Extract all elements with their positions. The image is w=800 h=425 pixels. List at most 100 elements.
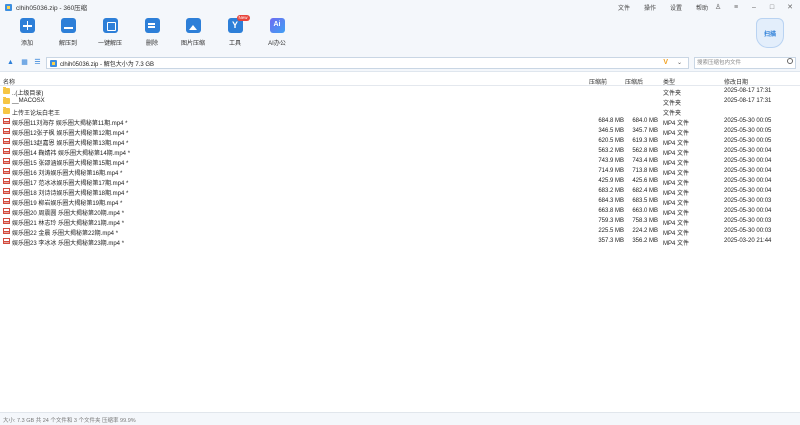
maximize-icon[interactable]: □ — [768, 4, 776, 11]
view-list-icon[interactable]: ☰ — [33, 58, 42, 67]
menu-operation[interactable]: 操作 — [644, 3, 656, 12]
skin-icon[interactable]: ♙ — [714, 3, 722, 11]
folder-icon — [3, 87, 10, 94]
extract-to-icon — [60, 18, 76, 33]
file-name: 娱乐圈23 李冰冰 乐圈大揭秘第23期.mp4 * — [12, 240, 125, 247]
file-size: 563.2 MB — [598, 147, 624, 154]
file-modified: 2025-05-30 00:04 — [724, 207, 772, 214]
chevron-down-icon[interactable]: ⌄ — [677, 59, 682, 66]
column-packed[interactable]: 压缩后 — [625, 77, 643, 86]
path-text: clhih05036.zip - 解包大小为 7.3 GB — [60, 61, 155, 68]
tools-icon: New — [227, 15, 250, 33]
file-size: 663.8 MB — [598, 207, 624, 214]
view-grid-icon[interactable]: ▦ — [20, 58, 29, 67]
ai-office-label: AI办公 — [268, 41, 286, 47]
file-packed-size: 713.8 MB — [632, 167, 658, 174]
file-row[interactable]: 娱乐圈20 周震圆 乐圈大揭秘第20期.mp4 * 663.8 MB 663.0 M… — [0, 206, 800, 217]
file-packed-size: 619.3 MB — [632, 137, 658, 144]
file-packed-size: 562.8 MB — [632, 147, 658, 154]
column-type[interactable]: 类型 — [663, 77, 675, 86]
one-key-extract-label: 一键解压 — [97, 41, 122, 47]
file-size: 225.5 MB — [598, 227, 624, 234]
file-packed-size: 743.4 MB — [632, 157, 658, 164]
file-modified: 2025-05-30 00:04 — [724, 147, 772, 154]
column-header: 名称 压缩前 压缩后 类型 修改日期 — [0, 74, 800, 86]
file-row[interactable]: 娱乐圈19 柳岩娱乐圈大揭秘第19期.mp4 * 684.3 MB 683.5 MB… — [0, 196, 800, 207]
file-modified: 2025-05-30 00:05 — [724, 137, 772, 144]
video-file-icon — [3, 208, 10, 214]
folder-icon — [3, 107, 10, 114]
path-field[interactable]: clhih05036.zip - 解包大小为 7.3 GB V ⌄ — [46, 57, 689, 69]
folder-icon — [3, 97, 10, 104]
file-row[interactable]: 娱乐圈14 鞠婧祎 娱乐圈大揭秘第14期.mp4 * 563.2 MB 562.8 … — [0, 146, 800, 157]
minimize-icon[interactable]: – — [750, 4, 758, 11]
file-packed-size: 663.0 MB — [632, 207, 658, 214]
close-icon[interactable]: ✕ — [786, 3, 794, 11]
up-arrow-icon[interactable]: ▲ — [6, 58, 15, 67]
column-size[interactable]: 压缩前 — [589, 77, 607, 86]
address-bar: ▲ ▦ ☰ clhih05036.zip - 解包大小为 7.3 GB V ⌄ — [0, 54, 800, 72]
file-list: ..(上级目录) 文件夹 2025-08-17 17:31 __MACOSX 文件夹 20… — [0, 86, 800, 247]
file-modified: 2025-05-30 00:03 — [724, 197, 772, 204]
file-row[interactable]: 娱乐圈13赵嘉恩 娱乐圈大揭秘第13期.mp4 * 620.5 MB 619.3 M… — [0, 136, 800, 147]
video-file-icon — [3, 178, 10, 184]
file-name: __MACOSX — [12, 97, 45, 104]
file-row[interactable]: 娱乐圈21 林志玲 乐圈大揭秘第21期.mp4 * 759.3 MB 758.3 M… — [0, 216, 800, 227]
file-row[interactable]: 娱乐圈17 范冰冰娱乐圈大揭秘第17期.mp4 * 425.9 MB 425.6 M… — [0, 176, 800, 187]
extract-to-button[interactable]: 解压到 — [48, 18, 88, 47]
image-compress-button[interactable]: 图片压缩 — [173, 18, 213, 47]
delete-icon — [144, 18, 160, 33]
file-modified: 2025-05-30 00:04 — [724, 177, 772, 184]
scan-mascot[interactable]: 扫描 — [756, 18, 784, 48]
file-row[interactable]: 娱乐圈12张子枫 娱乐圈大揭秘第12期.mp4 * 346.5 MB 345.7 M… — [0, 126, 800, 137]
column-name[interactable]: 名称 — [3, 77, 15, 86]
zip-file-icon — [50, 59, 57, 67]
file-size: 684.3 MB — [598, 197, 624, 204]
file-row[interactable]: 娱乐圈15 张邵涵娱乐圈大揭秘第15期.mp4 * 743.9 MB 743.4 M… — [0, 156, 800, 167]
file-packed-size: 682.4 MB — [632, 187, 658, 194]
file-packed-size: 684.0 MB — [632, 117, 658, 124]
image-compress-icon — [185, 18, 201, 33]
search-input[interactable] — [694, 57, 796, 69]
file-size: 743.9 MB — [598, 157, 624, 164]
video-file-icon — [3, 198, 10, 204]
file-row[interactable]: 娱乐圈23 李冰冰 乐圈大揭秘第23期.mp4 * 357.3 MB 356.2 M… — [0, 236, 800, 247]
menu-help[interactable]: 帮助 — [696, 3, 708, 12]
v-logo-icon[interactable]: V — [663, 59, 668, 66]
file-packed-size: 345.7 MB — [632, 127, 658, 134]
status-bar: 大小: 7.3 GB 共 24 个文件和 3 个文件夹 压缩率 99.9% — [0, 412, 800, 425]
file-row[interactable]: 娱乐圈11刘海存 娱乐圈大揭秘第11期.mp4 * 684.8 MB 684.0 M… — [0, 116, 800, 127]
file-row[interactable]: __MACOSX 文件夹 2025-08-17 17:31 — [0, 96, 800, 107]
menu-settings[interactable]: 设置 — [670, 3, 682, 12]
window-controls: ♙ ≡ – □ ✕ — [714, 0, 794, 14]
menu-icon[interactable]: ≡ — [732, 4, 740, 11]
one-key-extract-button[interactable]: 一键解压 — [90, 18, 130, 47]
file-size: 759.3 MB — [598, 217, 624, 224]
tools-button[interactable]: New 工具 — [215, 15, 255, 47]
file-row[interactable]: ..(上级目录) 文件夹 2025-08-17 17:31 — [0, 86, 800, 97]
file-packed-size: 758.3 MB — [632, 217, 658, 224]
file-row[interactable]: 娱乐圈18 刘诗诗娱乐圈大揭秘第18期.mp4 * 683.2 MB 682.4 M… — [0, 186, 800, 197]
image-compress-label: 图片压缩 — [180, 41, 205, 47]
title-menu: 文件 操作 设置 帮助 — [618, 0, 708, 14]
add-label: 添加 — [20, 41, 33, 47]
delete-button[interactable]: 删除 — [132, 18, 172, 47]
file-row[interactable]: 娱乐圈16 刘涛娱乐圈大揭秘第16期.mp4 * 714.9 MB 713.8 MB… — [0, 166, 800, 177]
column-modified[interactable]: 修改日期 — [724, 77, 748, 86]
file-size: 683.2 MB — [598, 187, 624, 194]
video-file-icon — [3, 218, 10, 224]
video-file-icon — [3, 138, 10, 144]
video-file-icon — [3, 148, 10, 154]
file-modified: 2025-05-30 00:03 — [724, 227, 772, 234]
file-packed-size: 356.2 MB — [632, 237, 658, 244]
status-text: 大小: 7.3 GB 共 24 个文件和 3 个文件夹 压缩率 99.9% — [3, 418, 136, 424]
add-button[interactable]: 添加 — [7, 18, 47, 47]
video-file-icon — [3, 228, 10, 234]
search-icon[interactable] — [787, 58, 793, 64]
file-row[interactable]: 娱乐圈22 金晨 乐圈大揭秘第22期.mp4 * 225.5 MB 224.2 MB… — [0, 226, 800, 237]
file-row[interactable]: 上传王论坛白老王 文件夹 — [0, 106, 800, 117]
file-size: 346.5 MB — [598, 127, 624, 134]
ai-office-button[interactable]: AI办公 — [257, 18, 297, 47]
file-size: 425.9 MB — [598, 177, 624, 184]
menu-file[interactable]: 文件 — [618, 3, 630, 12]
